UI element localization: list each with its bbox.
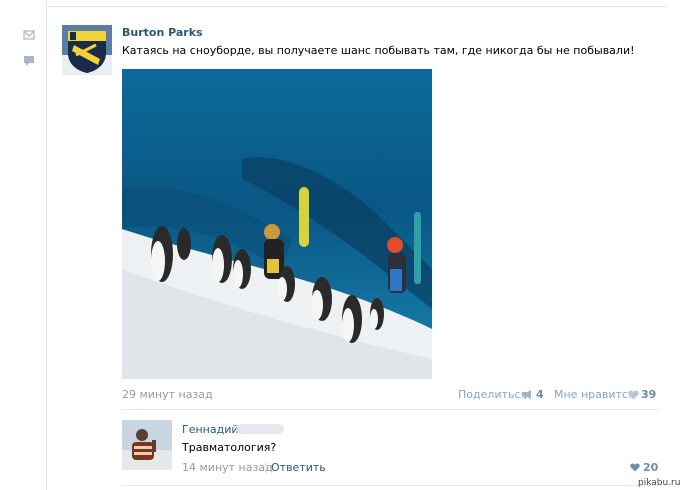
- share-button[interactable]: Поделиться: [458, 388, 527, 401]
- heart-icon[interactable]: [628, 390, 639, 400]
- comment-text: Травматология?: [182, 441, 277, 454]
- comment-icon[interactable]: [22, 54, 36, 68]
- community-avatar[interactable]: [62, 25, 112, 75]
- comment-heart-icon[interactable]: [630, 463, 640, 472]
- mail-icon[interactable]: [22, 28, 36, 42]
- watermark: pikabu.ru: [638, 478, 681, 488]
- share-count: 4: [536, 388, 544, 401]
- comment-like-count: 20: [643, 461, 659, 474]
- megaphone-icon[interactable]: [521, 389, 534, 400]
- like-button[interactable]: Мне нравится: [554, 388, 635, 401]
- divider: [122, 409, 658, 410]
- left-sidebar: [0, 0, 47, 490]
- post-text: Катаясь на сноуборде, вы получаете шанс …: [122, 44, 635, 57]
- blurred-surname: [236, 424, 284, 434]
- reply-button[interactable]: Ответить: [271, 461, 326, 474]
- bottom-divider: [122, 485, 658, 486]
- comment-author[interactable]: Геннадий: [182, 423, 239, 436]
- comment-time[interactable]: 14 минут назад: [182, 461, 273, 474]
- post-author[interactable]: Burton Parks: [122, 26, 203, 39]
- like-count: 39: [641, 388, 657, 401]
- post-photo[interactable]: [122, 69, 432, 379]
- commenter-avatar[interactable]: [122, 420, 172, 470]
- meta-separator: |: [264, 461, 268, 474]
- post-time[interactable]: 29 минут назад: [122, 388, 213, 401]
- top-divider: [46, 6, 666, 7]
